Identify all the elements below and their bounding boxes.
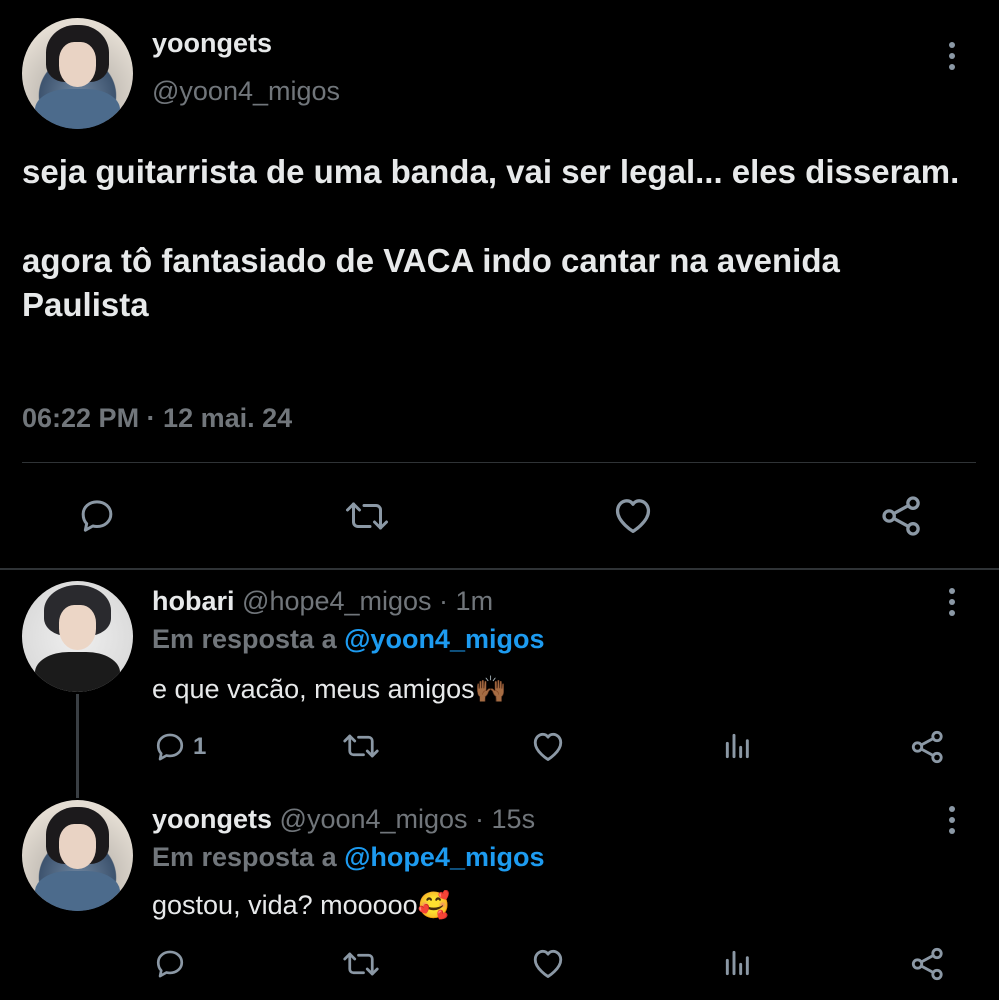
tweet-text: seja guitarrista de uma banda, vai ser l…	[22, 150, 972, 327]
handle-and-time[interactable]: @hope4_migos · 1m	[242, 586, 493, 616]
replying-prefix: Em resposta a	[152, 842, 337, 872]
tweet-text-paragraph-2: agora tô fantasiado de VACA indo cantar …	[22, 242, 840, 323]
tweet-thread-page: yoongets @yoon4_migos seja guitarrista d…	[0, 0, 999, 1000]
retweet-icon	[343, 734, 379, 758]
avatar-shirt	[35, 89, 120, 129]
replying-prefix: Em resposta a	[152, 624, 337, 654]
mention-link[interactable]: @hope4_migos	[344, 842, 544, 872]
like-button[interactable]	[530, 729, 566, 763]
retweet-button[interactable]	[341, 949, 381, 979]
reply-button[interactable]	[77, 496, 117, 536]
mention-link[interactable]: @yoon4_migos	[344, 624, 544, 654]
reply-header: yoongets @yoon4_migos · 15s	[152, 804, 535, 835]
share-icon	[911, 947, 943, 981]
analytics-icon	[725, 733, 749, 759]
reply-text: e que vacão, meus amigos🙌🏾	[152, 674, 507, 705]
raised-hands-emoji: 🙌🏾	[474, 675, 508, 705]
avatar[interactable]	[22, 18, 133, 129]
section-separator	[0, 568, 999, 570]
reply-button[interactable]: 1	[153, 730, 206, 764]
avatar-face	[58, 42, 97, 87]
share-icon	[882, 496, 920, 536]
more-options-icon[interactable]	[947, 588, 957, 616]
avatar-face	[58, 605, 97, 650]
replying-to-line: Em resposta a @yoon4_migos	[152, 624, 544, 655]
retweet-icon	[346, 502, 388, 530]
main-tweet: yoongets @yoon4_migos seja guitarrista d…	[0, 0, 999, 568]
replying-to-line: Em resposta a @hope4_migos	[152, 842, 544, 873]
reply-text: gostou, vida? mooooo🥰	[152, 890, 450, 921]
reply-icon	[81, 500, 113, 532]
display-name[interactable]: yoongets	[152, 28, 272, 59]
share-icon	[911, 730, 943, 764]
display-name[interactable]: yoongets	[152, 804, 272, 834]
retweet-button[interactable]	[343, 498, 391, 534]
avatar[interactable]	[22, 581, 133, 692]
reply-button[interactable]	[153, 947, 187, 981]
share-button[interactable]	[910, 946, 946, 982]
like-button[interactable]	[611, 495, 655, 535]
reply-text-content: e que vacão, meus amigos	[152, 674, 475, 704]
like-icon	[533, 949, 563, 978]
analytics-button[interactable]	[722, 947, 754, 979]
tweet-timestamp[interactable]: 06:22 PM · 12 mai. 24	[22, 403, 292, 434]
display-name[interactable]: hobari	[152, 586, 235, 616]
analytics-icon	[725, 950, 749, 976]
handle-and-time[interactable]: @yoon4_migos · 15s	[280, 804, 536, 834]
divider	[22, 462, 976, 463]
avatar-face	[58, 824, 97, 869]
reply-count: 1	[193, 733, 207, 760]
share-button[interactable]	[880, 494, 924, 538]
thread-line	[76, 694, 79, 798]
more-options-icon[interactable]	[947, 806, 957, 834]
reply-icon	[156, 733, 184, 761]
avatar[interactable]	[22, 800, 133, 911]
retweet-button[interactable]	[341, 731, 381, 761]
avatar-shirt	[35, 652, 120, 692]
retweet-icon	[343, 952, 379, 976]
reply-header: hobari @hope4_migos · 1m	[152, 586, 493, 617]
more-options-icon[interactable]	[947, 42, 957, 70]
smiling-face-with-hearts-emoji: 🥰	[417, 891, 451, 921]
avatar-shirt	[35, 871, 120, 911]
user-handle[interactable]: @yoon4_migos	[152, 76, 340, 107]
like-icon	[533, 732, 563, 761]
like-icon	[615, 499, 651, 533]
tweet-text-paragraph-1: seja guitarrista de uma banda, vai ser l…	[22, 153, 960, 190]
like-button[interactable]	[530, 946, 566, 980]
reply-icon	[156, 950, 184, 978]
analytics-button[interactable]	[722, 730, 754, 762]
reply-text-content: gostou, vida? mooooo	[152, 890, 418, 920]
share-button[interactable]	[910, 729, 946, 765]
